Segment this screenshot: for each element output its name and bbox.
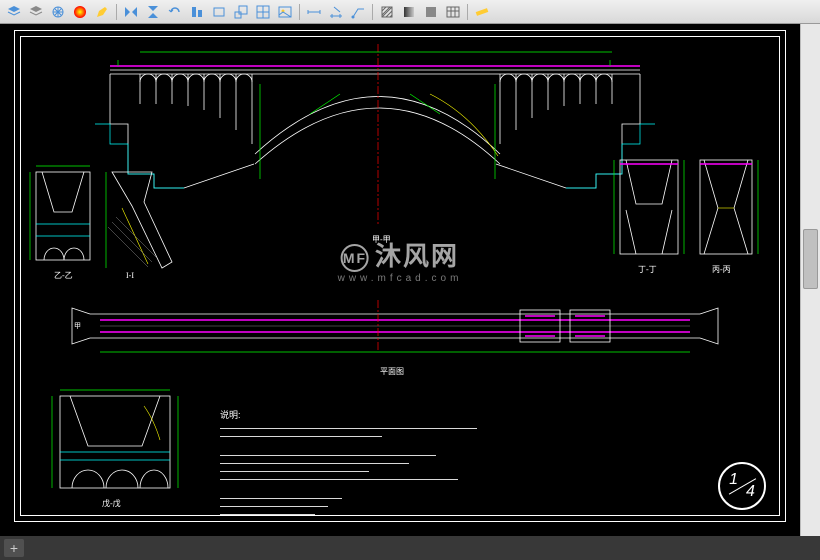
notes-title: 说明: [220,408,490,421]
separator [467,4,468,20]
sheet-number: 1 4 [718,462,766,510]
rect-icon[interactable] [209,2,229,22]
mirror-v-icon[interactable] [143,2,163,22]
bridge-elevation [95,44,655,224]
dimension-icon[interactable] [304,2,324,22]
align-icon[interactable] [187,2,207,22]
rotate-icon[interactable] [165,2,185,22]
scale-icon[interactable] [231,2,251,22]
layout-icon[interactable] [253,2,273,22]
color-icon[interactable] [70,2,90,22]
layer-states-icon[interactable] [26,2,46,22]
gradient-icon[interactable] [399,2,419,22]
section-1 [30,166,90,260]
section1-label: 乙-乙 [54,271,73,280]
region-icon[interactable] [421,2,441,22]
add-tab-button[interactable]: + [4,539,24,557]
layers-icon[interactable] [4,2,24,22]
main-toolbar [0,0,820,24]
section5-label: 戊-戊 [102,498,121,508]
drawing-canvas[interactable]: 甲-甲 乙-乙 I-I 丁-丁 [0,24,800,536]
plan-label: 平面图 [380,367,404,376]
section4-label: 丙-丙 [712,265,731,274]
svg-text:甲: 甲 [74,322,81,330]
plan-view: 甲 [72,300,718,352]
image-icon[interactable] [275,2,295,22]
leader-icon[interactable] [348,2,368,22]
notes-block: 说明: [220,408,490,522]
scroll-thumb[interactable] [803,229,818,289]
dim-edit-icon[interactable] [326,2,346,22]
elevation-label: 甲-甲 [372,235,391,244]
edit-icon[interactable] [92,2,112,22]
vertical-scrollbar[interactable] [800,24,820,536]
section-2 [106,172,172,268]
measure-icon[interactable] [472,2,492,22]
table-icon[interactable] [443,2,463,22]
section2-label: I-I [126,271,134,280]
freeze-icon[interactable] [48,2,68,22]
separator [116,4,117,20]
hatch-icon[interactable] [377,2,397,22]
tab-bar: + [0,536,820,560]
section-5 [52,390,178,488]
separator [372,4,373,20]
section-3 [614,160,684,254]
mirror-icon[interactable] [121,2,141,22]
section3-label: 丁-丁 [638,265,657,274]
separator [299,4,300,20]
section-4 [700,160,758,254]
